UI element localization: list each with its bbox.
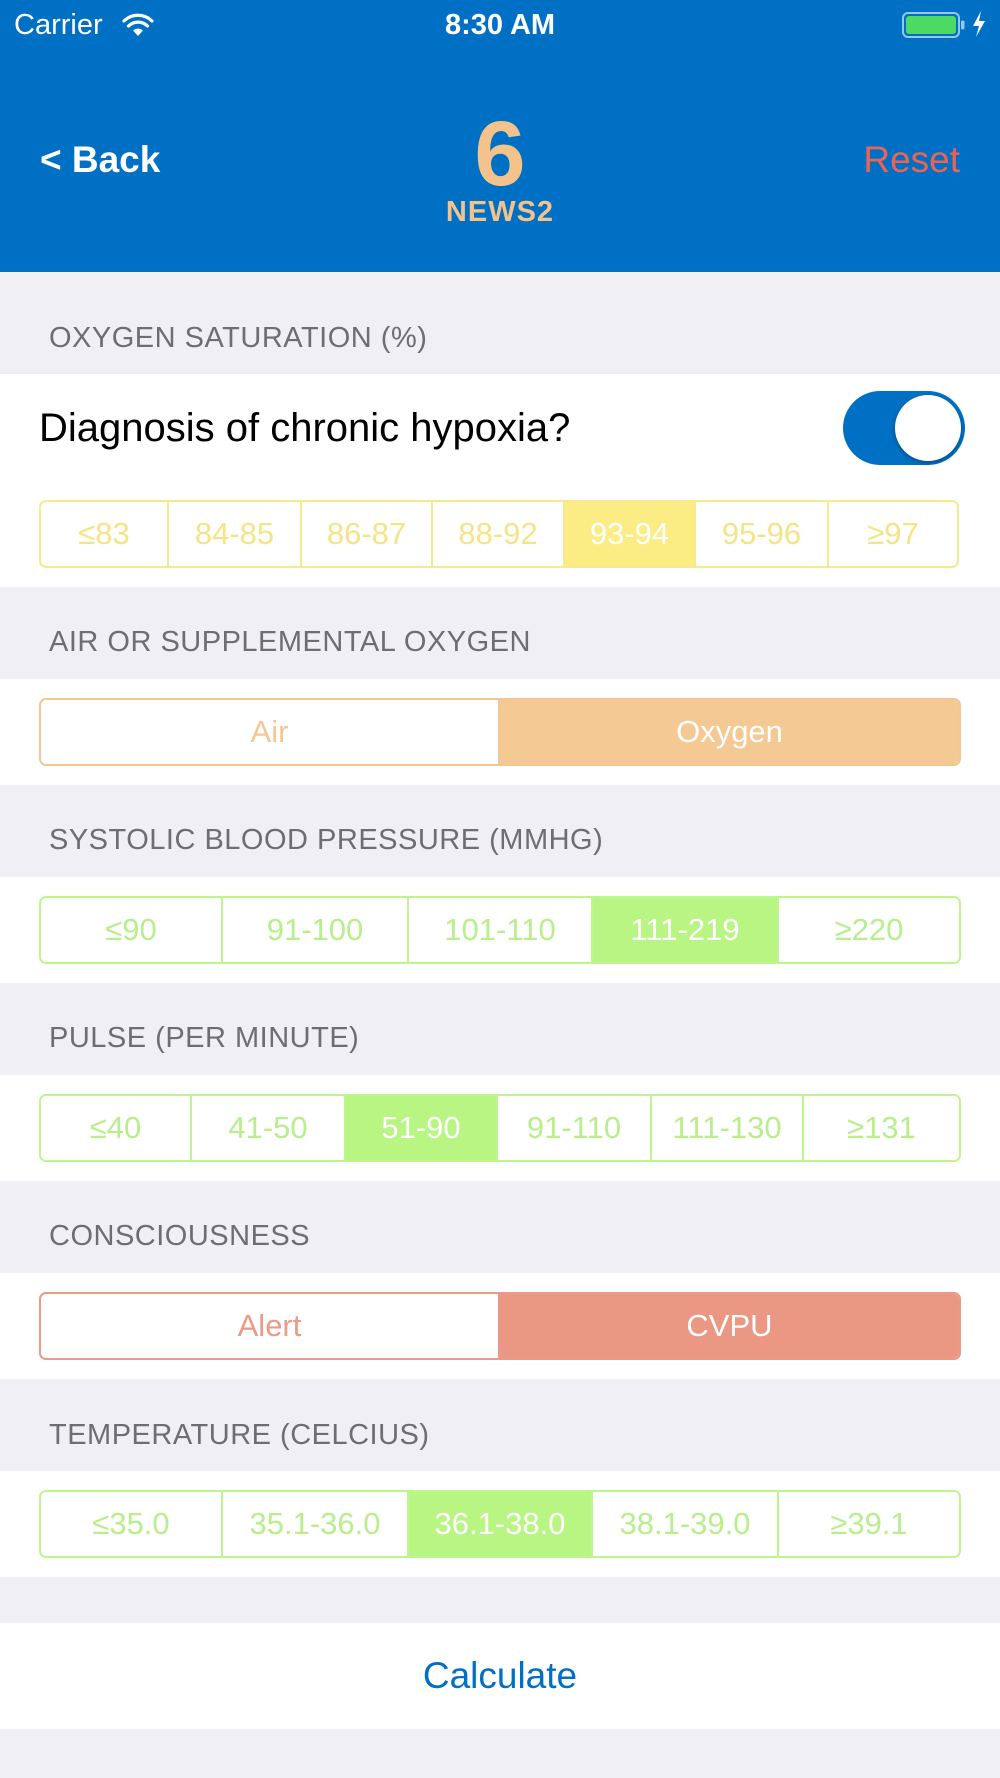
option-air[interactable]: Air bbox=[41, 700, 500, 764]
section-title-oxygen-saturation: OXYGEN SATURATION (%) bbox=[49, 322, 428, 354]
oxygen-saturation-selector: ≤83 84-85 86-87 88-92 93-94 95-96 ≥97 bbox=[39, 500, 959, 568]
chronic-hypoxia-toggle[interactable] bbox=[843, 391, 965, 465]
option-pulse-111-130[interactable]: 111-130 bbox=[652, 1096, 804, 1160]
option-temp-36-38[interactable]: 36.1-38.0 bbox=[409, 1492, 593, 1556]
option-temp-ge39[interactable]: ≥39.1 bbox=[779, 1492, 959, 1556]
news2-score: 6 bbox=[474, 103, 526, 205]
option-sbp-ge220[interactable]: ≥220 bbox=[779, 898, 959, 962]
option-pulse-91-110[interactable]: 91-110 bbox=[498, 1096, 652, 1160]
option-spo2-ge97[interactable]: ≥97 bbox=[829, 502, 957, 566]
chronic-hypoxia-label: Diagnosis of chronic hypoxia? bbox=[39, 406, 571, 450]
section-title-consciousness: CONSCIOUSNESS bbox=[49, 1220, 311, 1252]
section-title-air-oxygen: AIR OR SUPPLEMENTAL OXYGEN bbox=[49, 626, 531, 658]
status-bar: Carrier 8:30 AM bbox=[0, 0, 1000, 50]
temperature-selector: ≤35.0 35.1-36.0 36.1-38.0 38.1-39.0 ≥39.… bbox=[39, 1490, 961, 1558]
option-pulse-51-90[interactable]: 51-90 bbox=[346, 1096, 498, 1160]
option-temp-38-39[interactable]: 38.1-39.0 bbox=[593, 1492, 779, 1556]
reset-button[interactable]: Reset bbox=[863, 139, 960, 181]
air-oxygen-selector: Air Oxygen bbox=[39, 698, 961, 766]
option-spo2-le83[interactable]: ≤83 bbox=[41, 502, 169, 566]
option-spo2-93-94[interactable]: 93-94 bbox=[565, 502, 696, 566]
option-sbp-101-110[interactable]: 101-110 bbox=[409, 898, 593, 962]
section-title-pulse: PULSE (PER MINUTE) bbox=[49, 1022, 360, 1054]
option-cvpu[interactable]: CVPU bbox=[500, 1294, 959, 1358]
option-spo2-86-87[interactable]: 86-87 bbox=[302, 502, 433, 566]
option-sbp-111-219[interactable]: 111-219 bbox=[593, 898, 779, 962]
option-pulse-le40[interactable]: ≤40 bbox=[41, 1096, 192, 1160]
section-title-systolic-bp: SYSTOLIC BLOOD PRESSURE (MMHG) bbox=[49, 824, 604, 856]
score-label: NEWS2 bbox=[445, 196, 555, 228]
option-temp-le35[interactable]: ≤35.0 bbox=[41, 1492, 223, 1556]
status-time: 8:30 AM bbox=[444, 9, 556, 41]
option-temp-35-36[interactable]: 35.1-36.0 bbox=[223, 1492, 409, 1556]
option-sbp-91-100[interactable]: 91-100 bbox=[223, 898, 409, 962]
option-oxygen[interactable]: Oxygen bbox=[500, 700, 959, 764]
battery-icon bbox=[902, 12, 966, 43]
nav-header: Carrier 8:30 AM < Back 6 NEWS2 Reset bbox=[0, 0, 1000, 272]
calculate-button[interactable]: Calculate bbox=[0, 1623, 1000, 1729]
option-spo2-88-92[interactable]: 88-92 bbox=[433, 502, 565, 566]
consciousness-selector: Alert CVPU bbox=[39, 1292, 961, 1360]
option-alert[interactable]: Alert bbox=[41, 1294, 500, 1358]
systolic-bp-selector: ≤90 91-100 101-110 111-219 ≥220 bbox=[39, 896, 961, 964]
option-pulse-ge131[interactable]: ≥131 bbox=[804, 1096, 959, 1160]
option-pulse-41-50[interactable]: 41-50 bbox=[192, 1096, 346, 1160]
option-sbp-le90[interactable]: ≤90 bbox=[41, 898, 223, 962]
section-title-temperature: TEMPERATURE (CELCIUS) bbox=[49, 1419, 430, 1451]
pulse-selector: ≤40 41-50 51-90 91-110 111-130 ≥131 bbox=[39, 1094, 961, 1162]
option-spo2-84-85[interactable]: 84-85 bbox=[169, 502, 302, 566]
option-spo2-95-96[interactable]: 95-96 bbox=[696, 502, 829, 566]
charging-bolt-icon bbox=[971, 10, 987, 43]
toggle-knob bbox=[895, 395, 961, 461]
